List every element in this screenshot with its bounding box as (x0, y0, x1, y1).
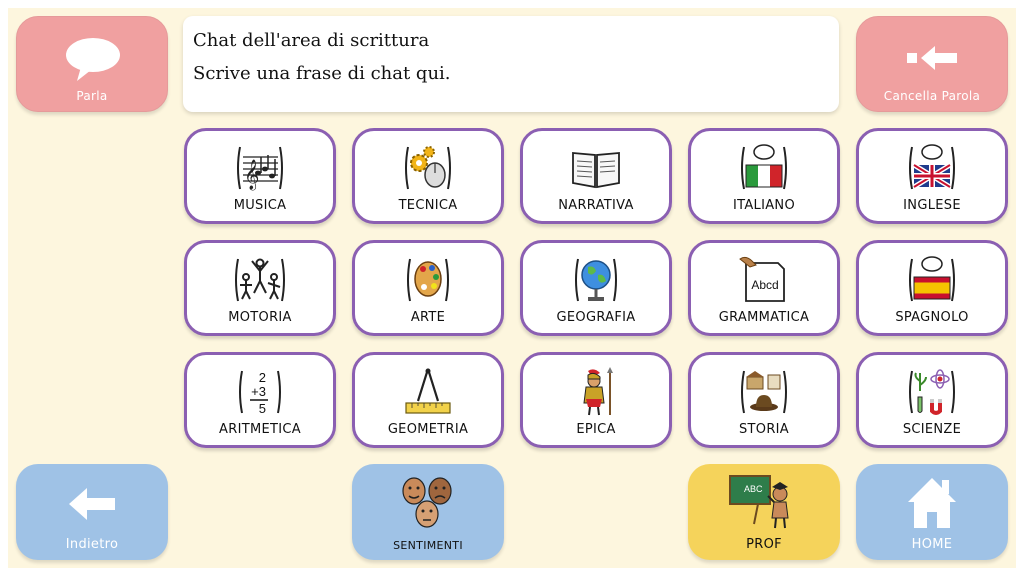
subject-label: INGLESE (903, 198, 961, 213)
back-button[interactable]: Indietro (16, 464, 168, 560)
subject-label: EPICA (576, 422, 616, 437)
teacher-label: PROF (746, 537, 782, 552)
subject-label: GEOGRAFIA (556, 310, 636, 325)
back-label: Indietro (65, 537, 119, 552)
athletes-icon (235, 258, 285, 302)
subject-inglese[interactable]: INGLESE (856, 128, 1008, 224)
subject-label: MOTORIA (228, 310, 292, 325)
italian-flag-icon (741, 144, 787, 190)
chat-line-1: Chat dell'area di scrittura (193, 30, 430, 51)
music-notes-icon: 𝄞 (237, 146, 283, 191)
subject-label: GEOMETRIA (387, 422, 469, 437)
blackboard-text: ABC (744, 484, 763, 494)
compass-ruler-icon (405, 368, 451, 414)
home-button[interactable]: HOME (856, 464, 1008, 560)
arith-number-a: 2 (259, 370, 266, 385)
subject-aritmetica[interactable]: 2 +3 5 ARITMETICA (184, 352, 336, 448)
paint-palette-icon (407, 258, 449, 302)
addition-icon: 2 +3 5 (239, 370, 281, 416)
grammar-paper-icon: Abcd (739, 256, 785, 302)
teacher-icon: ABC (729, 475, 789, 529)
teacher-button[interactable]: ABC PROF (688, 464, 840, 560)
subject-label: SPAGNOLO (895, 310, 969, 325)
backspace-arrow-icon (907, 46, 957, 70)
subject-narrativa[interactable]: NARRATIVA (520, 128, 672, 224)
delete-word-label: Cancella Parola (883, 89, 981, 103)
subject-geometria[interactable]: GEOMETRIA (352, 352, 504, 448)
delete-word-button[interactable]: Cancella Parola (856, 16, 1008, 112)
arith-number-b: +3 (251, 384, 266, 399)
subject-grammatica[interactable]: Abcd GRAMMATICA (688, 240, 840, 336)
open-book-icon (572, 152, 620, 189)
subject-label: ARITMETICA (219, 422, 301, 437)
feelings-button[interactable]: SENTIMENTI (352, 464, 504, 560)
chat-line-2: Scrive una frase di chat qui. (193, 63, 451, 84)
grammar-sample-text: Abcd (751, 278, 778, 292)
uk-flag-icon (909, 144, 955, 190)
chat-writing-area[interactable]: Chat dell'area di scrittura Scrive una f… (183, 16, 839, 112)
subject-arte[interactable]: ARTE (352, 240, 504, 336)
house-icon (908, 478, 956, 528)
subject-musica[interactable]: 𝄞 MUSICA (184, 128, 336, 224)
subject-label: ITALIANO (733, 198, 795, 213)
science-icon (909, 369, 955, 415)
subject-tecnica[interactable]: TECNICA (352, 128, 504, 224)
subject-label: MUSICA (233, 198, 287, 213)
subject-label: TECNICA (398, 198, 458, 213)
subject-spagnolo[interactable]: SPAGNOLO (856, 240, 1008, 336)
subject-label: ARTE (410, 310, 446, 325)
speech-bubble-icon (66, 38, 120, 81)
speak-label: Parla (76, 89, 108, 103)
subject-italiano[interactable]: ITALIANO (688, 128, 840, 224)
home-label: HOME (911, 537, 953, 552)
subject-label: SCIENZE (902, 422, 962, 437)
history-icon (741, 370, 787, 414)
subject-label: NARRATIVA (558, 198, 634, 213)
greek-warrior-icon (583, 367, 613, 416)
arith-result: 5 (259, 401, 266, 416)
subject-label: GRAMMATICA (718, 310, 810, 325)
back-arrow-icon (69, 488, 115, 520)
gears-mouse-icon (405, 146, 451, 190)
feelings-label: SENTIMENTI (393, 539, 463, 552)
spanish-flag-icon (909, 256, 955, 302)
subject-motoria[interactable]: MOTORIA (184, 240, 336, 336)
globe-icon (575, 258, 617, 302)
subject-epica[interactable]: EPICA (520, 352, 672, 448)
subject-storia[interactable]: STORIA (688, 352, 840, 448)
subject-label: STORIA (739, 422, 789, 437)
subject-scienze[interactable]: SCIENZE (856, 352, 1008, 448)
faces-icon (402, 477, 452, 528)
speak-button[interactable]: Parla (16, 16, 168, 112)
subject-geografia[interactable]: GEOGRAFIA (520, 240, 672, 336)
